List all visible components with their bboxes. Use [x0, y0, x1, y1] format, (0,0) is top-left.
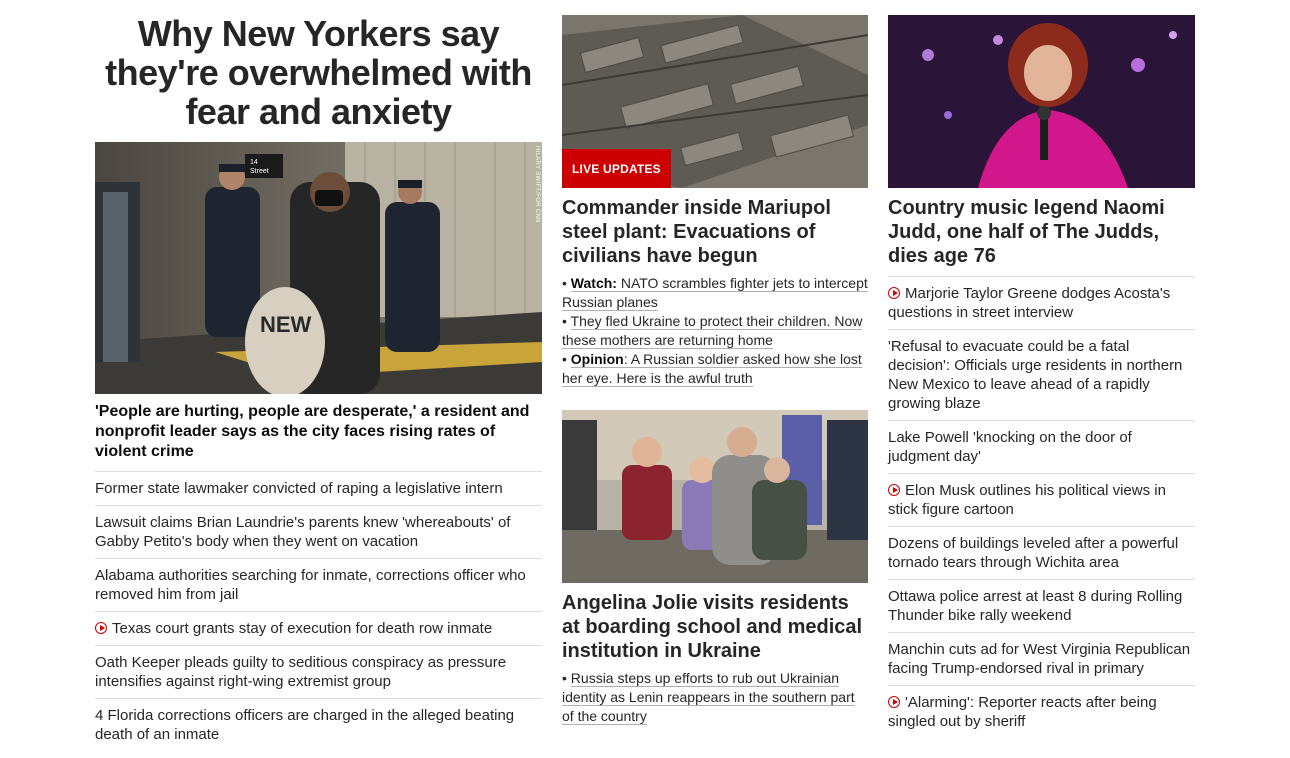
mariupol-aerial-photo[interactable]: LIVE UPDATES: [562, 15, 868, 188]
related-link[interactable]: • Opinion: A Russian soldier asked how s…: [562, 350, 868, 388]
related-link[interactable]: • They fled Ukraine to protect their chi…: [562, 312, 868, 350]
headline-item[interactable]: Alabama authorities searching for inmate…: [95, 559, 542, 612]
svg-text:Street: Street: [250, 168, 269, 175]
headline-item[interactable]: Former state lawmaker convicted of rapin…: [95, 472, 542, 506]
headline-item[interactable]: Ottawa police arrest at least 8 during R…: [888, 580, 1195, 633]
related-link[interactable]: • Russia steps up efforts to rub out Ukr…: [562, 669, 868, 726]
play-video-icon: [888, 484, 900, 496]
related-link[interactable]: • Watch: NATO scrambles fighter jets to …: [562, 274, 868, 312]
top-story-column: Why New Yorkers say they're overwhelmed …: [95, 0, 542, 751]
naomi-judd-headline[interactable]: Country music legend Naomi Judd, one hal…: [888, 196, 1195, 277]
headline-item[interactable]: Lawsuit claims Brian Laundrie's parents …: [95, 506, 542, 559]
jolie-visit-photo[interactable]: [562, 410, 868, 583]
headline-list: Former state lawmaker convicted of rapin…: [95, 472, 542, 751]
live-updates-badge: LIVE UPDATES: [562, 149, 671, 188]
middle-column: LIVE UPDATES Commander inside Mariupol s…: [562, 0, 868, 726]
top-story-title[interactable]: Why New Yorkers say they're overwhelmed …: [95, 14, 542, 131]
svg-text:14: 14: [250, 159, 258, 166]
play-video-icon: [888, 696, 900, 708]
headline-item[interactable]: Lake Powell 'knocking on the door of jud…: [888, 421, 1195, 474]
mariupol-related-links: • Watch: NATO scrambles fighter jets to …: [562, 274, 868, 388]
lead-story-link[interactable]: 'People are hurting, people are desperat…: [95, 402, 542, 472]
play-video-icon: [888, 287, 900, 299]
right-column: Country music legend Naomi Judd, one hal…: [888, 0, 1195, 738]
play-video-icon: [95, 622, 107, 634]
headline-item[interactable]: 4 Florida corrections officers are charg…: [95, 699, 542, 751]
right-headline-list: Marjorie Taylor Greene dodges Acosta's q…: [888, 277, 1195, 738]
headline-item-video[interactable]: Marjorie Taylor Greene dodges Acosta's q…: [888, 277, 1195, 330]
headline-item[interactable]: Dozens of buildings leveled after a powe…: [888, 527, 1195, 580]
headline-item-video[interactable]: Elon Musk outlines his political views i…: [888, 474, 1195, 527]
mariupol-headline[interactable]: Commander inside Mariupol steel plant: E…: [562, 196, 868, 268]
headline-item[interactable]: Oath Keeper pleads guilty to seditious c…: [95, 646, 542, 699]
headline-item[interactable]: Manchin cuts ad for West Virginia Republ…: [888, 633, 1195, 686]
naomi-judd-photo[interactable]: [888, 15, 1195, 188]
headline-item-video[interactable]: Texas court grants stay of execution for…: [95, 612, 542, 646]
jolie-headline[interactable]: Angelina Jolie visits residents at board…: [562, 591, 868, 663]
subway-photo[interactable]: 14 Street NEW HILARY SWIFT/FOR CNN: [95, 142, 542, 394]
photo-credit: HILARY SWIFT/FOR CNN: [534, 146, 540, 223]
svg-text:NEW: NEW: [260, 312, 312, 337]
headline-item[interactable]: 'Refusal to evacuate could be a fatal de…: [888, 330, 1195, 421]
headline-item-video[interactable]: 'Alarming': Reporter reacts after being …: [888, 686, 1195, 738]
